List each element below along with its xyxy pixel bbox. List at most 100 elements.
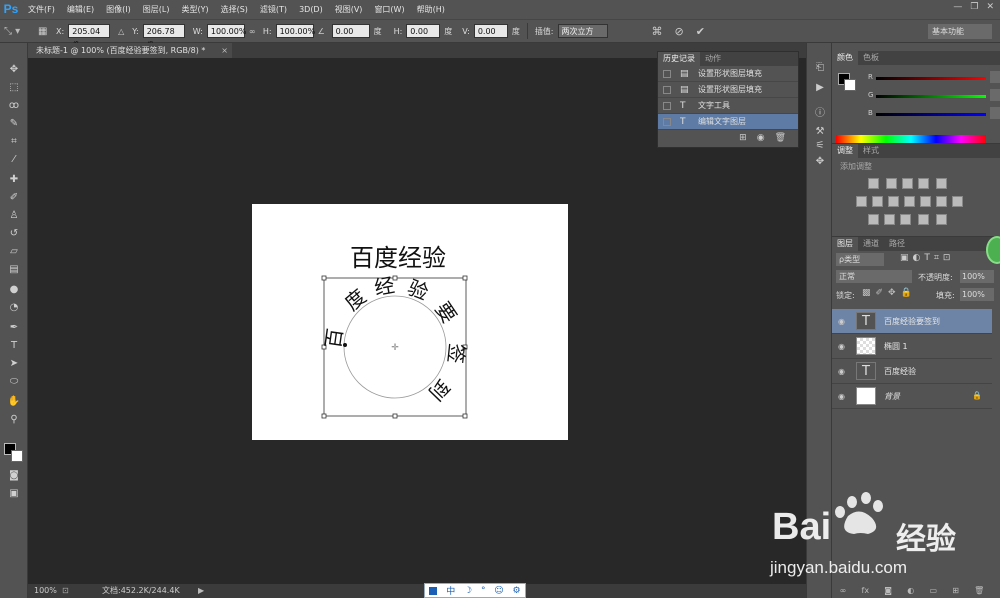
eye-icon[interactable]: ◉ <box>838 317 845 326</box>
adjustment-icon[interactable] <box>884 214 895 225</box>
eye-icon[interactable]: ◉ <box>838 367 845 376</box>
red-value[interactable] <box>990 71 1000 83</box>
character-icon[interactable]: ✥ <box>813 155 827 169</box>
adjustment-icon[interactable] <box>886 178 897 189</box>
type-tool-icon[interactable]: T <box>6 339 22 353</box>
eye-icon[interactable]: ◉ <box>838 392 845 401</box>
adjustment-icon[interactable] <box>904 196 915 207</box>
quick-select-icon[interactable]: ✎ <box>6 117 22 131</box>
red-slider[interactable]: R <box>868 71 1000 85</box>
history-item[interactable]: ▤ 设置形状图层填充 <box>658 82 798 98</box>
adjustment-icon[interactable] <box>918 214 929 225</box>
w-field[interactable]: 100.00% <box>206 24 246 38</box>
cancel-icon[interactable]: ⊘ <box>675 25 684 38</box>
x-field[interactable]: 205.04 像 <box>68 24 111 50</box>
color-bg-swatch[interactable] <box>844 79 856 91</box>
crop-tool-icon[interactable]: ⌗ <box>6 135 22 149</box>
adjustment-icon[interactable] <box>856 196 867 207</box>
hskew-field[interactable]: 0.00 <box>406 24 441 38</box>
blue-slider[interactable]: B <box>868 107 1000 121</box>
delta-icon[interactable]: △ <box>114 27 128 36</box>
zoom-level[interactable]: 100% <box>34 584 57 598</box>
layer-row[interactable]: ◉ 椭圆 1 <box>832 334 992 359</box>
screen-mode-icon[interactable]: ▣ <box>6 487 22 501</box>
dodge-tool-icon[interactable]: ◔ <box>6 301 22 315</box>
punct-icon[interactable]: ° <box>481 586 486 596</box>
vskew-field[interactable]: 0.00 <box>473 24 508 38</box>
gradient-tool-icon[interactable]: ▤ <box>6 263 22 277</box>
play-icon[interactable]: ▶ <box>813 81 827 95</box>
eyedropper-icon[interactable]: ⁄ <box>6 153 22 167</box>
circle-text-group[interactable]: ✛ 百度经验要签到 <box>316 268 476 428</box>
minimize-icon[interactable]: — <box>953 2 962 12</box>
h-field[interactable]: 100.00% <box>275 24 315 38</box>
adjustment-icon[interactable] <box>918 178 929 189</box>
adjustment-icon[interactable] <box>900 214 911 225</box>
user-icon[interactable]: ☺ <box>494 586 503 596</box>
status-arrow-icon[interactable]: ▶ <box>198 584 204 598</box>
adjustment-icon[interactable] <box>902 178 913 189</box>
tab-styles[interactable]: 样式 <box>858 144 884 158</box>
warp-icon[interactable]: ⌘ <box>652 25 663 38</box>
close-icon[interactable]: ✕ <box>986 2 994 12</box>
adjustment-icon[interactable] <box>872 196 883 207</box>
ime-chinese[interactable]: 中 <box>446 584 455 597</box>
hand-tool-icon[interactable]: ✋ <box>6 395 22 409</box>
history-checkbox[interactable] <box>663 70 671 78</box>
path-select-icon[interactable]: ➤ <box>6 357 22 371</box>
tab-history[interactable]: 历史记录 <box>658 52 700 66</box>
trash-icon[interactable]: 🗑 <box>775 130 786 146</box>
blend-mode-select[interactable]: 正常 <box>836 270 912 283</box>
menu-image[interactable]: 图像(I) <box>100 0 137 19</box>
adjustment-icon[interactable] <box>868 214 879 225</box>
background-color[interactable] <box>11 450 23 462</box>
settings-icon[interactable]: ⚙ <box>512 586 520 596</box>
history-item-selected[interactable]: T 编辑文字图层 <box>658 114 798 130</box>
handle-tl[interactable] <box>321 275 327 281</box>
tab-adjustments[interactable]: 调整 <box>832 144 858 158</box>
fill-field[interactable]: 100% <box>960 288 994 301</box>
document-tab[interactable]: 未标题-1 @ 100% (百度经验要签到, RGB/8) * × <box>28 43 232 58</box>
tab-actions[interactable]: 动作 <box>700 52 726 66</box>
menu-layer[interactable]: 图层(L) <box>137 0 176 19</box>
new-document-icon[interactable]: ⊞ <box>739 130 747 146</box>
history-item[interactable]: T 文字工具 <box>658 98 798 114</box>
eraser-tool-icon[interactable]: ▱ <box>6 245 22 259</box>
info-icon[interactable]: ⓘ <box>813 107 827 121</box>
tab-swatches[interactable]: 色板 <box>858 51 884 65</box>
eye-icon[interactable]: ◉ <box>838 342 845 351</box>
menu-3d[interactable]: 3D(D) <box>293 0 329 19</box>
snapshot-icon[interactable]: ◉ <box>757 130 765 146</box>
blue-bar[interactable] <box>876 113 986 116</box>
handle-tr[interactable] <box>462 275 468 281</box>
quick-mask-icon[interactable]: ◙ <box>6 469 22 483</box>
green-value[interactable] <box>990 89 1000 101</box>
link-icon[interactable]: ∞ <box>249 27 259 36</box>
marquee-tool-icon[interactable]: ⬚ <box>6 81 22 95</box>
filter-icons[interactable]: ▣◐T⌗⊡ <box>900 253 954 263</box>
adjustment-icon[interactable] <box>936 196 947 207</box>
adjustment-icon[interactable] <box>888 196 899 207</box>
tab-paths[interactable]: 路径 <box>884 237 910 251</box>
lock-icons[interactable]: ▩✐✥🔒 <box>862 288 917 298</box>
menu-type[interactable]: 类型(Y) <box>175 0 214 19</box>
adjustment-icon[interactable] <box>952 196 963 207</box>
handle-br[interactable] <box>462 413 468 419</box>
lasso-tool-icon[interactable]: ꝏ <box>6 99 22 113</box>
handle-bc[interactable] <box>392 413 398 419</box>
tab-color[interactable]: 颜色 <box>832 51 858 65</box>
layer-row[interactable]: ◉ 背景 🔒 <box>832 384 992 409</box>
reference-point-icon[interactable]: ▦ <box>38 26 52 37</box>
adjustment-icon[interactable] <box>936 178 947 189</box>
adjustment-icon[interactable] <box>920 196 931 207</box>
status-icon[interactable]: ⊡ <box>62 584 69 598</box>
shape-tool-icon[interactable]: ⬭ <box>6 375 22 389</box>
history-checkbox[interactable] <box>663 118 671 126</box>
green-bar[interactable] <box>876 95 986 98</box>
ime-checkbox-icon[interactable] <box>429 586 438 595</box>
stamp-tool-icon[interactable]: ♙ <box>6 209 22 223</box>
commit-icon[interactable]: ✔ <box>696 25 705 38</box>
adjustment-icon[interactable] <box>868 178 879 189</box>
layer-row[interactable]: ◉ T 百度经验 <box>832 359 992 384</box>
healing-brush-icon[interactable]: ✚ <box>6 173 22 187</box>
